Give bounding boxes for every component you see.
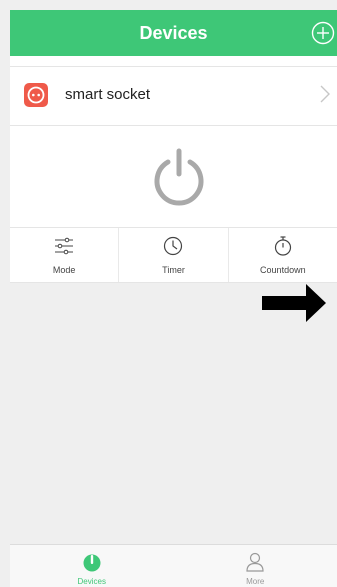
user-icon <box>244 551 266 573</box>
mode-button[interactable]: Mode <box>10 228 118 282</box>
page-title: Devices <box>139 23 207 44</box>
tab-devices[interactable]: Devices <box>10 545 174 587</box>
tab-devices-label: Devices <box>10 577 174 586</box>
tab-bar: Devices More <box>10 544 337 587</box>
action-bar: Mode Timer Countdown <box>10 227 337 283</box>
clock-icon <box>162 235 184 257</box>
app-header: Devices <box>10 10 337 56</box>
tab-more[interactable]: More <box>174 545 337 587</box>
power-button[interactable] <box>150 148 208 208</box>
mode-label: Mode <box>10 265 118 275</box>
tab-more-label: More <box>174 577 337 586</box>
timer-button[interactable]: Timer <box>118 228 227 282</box>
device-panel: smart socket Mode <box>10 56 337 282</box>
power-plug-icon <box>81 551 103 573</box>
countdown-label: Countdown <box>229 265 337 275</box>
smart-socket-icon <box>24 83 48 107</box>
sliders-icon <box>53 235 75 257</box>
chevron-right-icon <box>319 84 331 104</box>
stopwatch-icon <box>272 235 294 257</box>
arrow-right-icon <box>262 284 326 322</box>
device-name: smart socket <box>65 86 150 103</box>
add-device-button[interactable] <box>311 21 335 45</box>
device-row[interactable]: smart socket <box>10 66 337 126</box>
timer-label: Timer <box>119 265 227 275</box>
countdown-button[interactable]: Countdown <box>228 228 337 282</box>
